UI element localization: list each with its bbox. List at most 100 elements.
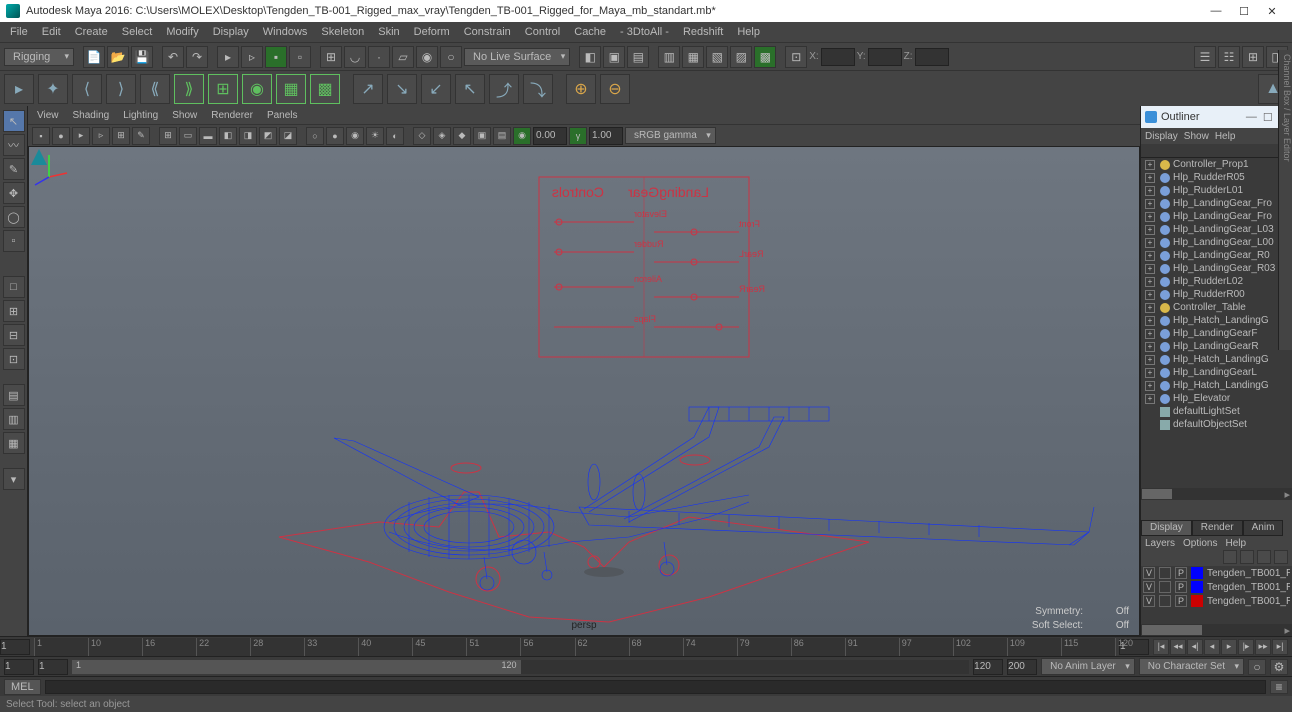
menu-edit[interactable]: Edit [36,24,67,40]
auto-key-button[interactable]: ○ [1248,659,1266,675]
pt-exposure[interactable]: ▣ [473,127,491,145]
layer-move-down[interactable] [1240,550,1254,564]
menu-skeleton[interactable]: Skeleton [315,24,370,40]
select-hierarchy-button[interactable]: ▸ [217,46,239,68]
close-button[interactable]: ✕ [1258,2,1286,20]
snap-live-button[interactable]: ◉ [416,46,438,68]
outliner-item[interactable]: +Hlp_LandingGear_L00 [1141,236,1292,249]
outliner-item[interactable]: defaultLightSet [1141,405,1292,418]
play-back-button[interactable]: ◂ [1204,639,1220,655]
range-end-outer[interactable] [1007,659,1037,675]
select-object-button[interactable]: ▹ [241,46,263,68]
snap-point-button[interactable]: · [368,46,390,68]
shelf-bind-skin-icon[interactable]: ◉ [242,74,272,104]
menu-modify[interactable]: Modify [160,24,204,40]
pt-xray-joints[interactable]: ◆ [453,127,471,145]
layout-outliner[interactable]: ▦ [3,432,25,454]
z-input[interactable] [915,48,949,66]
select-component-button[interactable]: ▪ [265,46,287,68]
outliner-menu-show[interactable]: Show [1184,131,1209,142]
shelf-cluster-icon[interactable]: ↗ [353,74,383,104]
construction-history-button[interactable]: ◧ [579,46,601,68]
outliner-menu-help[interactable]: Help [1215,131,1236,142]
outliner-item[interactable]: +Hlp_Hatch_LandingG [1141,353,1292,366]
step-fwd-key-button[interactable]: ▸▸ [1255,639,1271,655]
pt-image-plane[interactable]: ▹ [92,127,110,145]
snap-grid-button[interactable]: ⊞ [320,46,342,68]
layout-custom[interactable]: ▾ [3,468,25,490]
pt-gamma-input[interactable] [589,127,623,145]
pt-field-chart[interactable]: ◨ [239,127,257,145]
panel-menu-show[interactable]: Show [167,109,202,122]
panel-menu-shading[interactable]: Shading [68,109,115,122]
pt-lights[interactable]: ☀ [366,127,384,145]
layer-tab-anim[interactable]: Anim [1243,520,1284,536]
go-end-button[interactable]: ▸| [1272,639,1288,655]
layout-four[interactable]: ⊞ [3,300,25,322]
lasso-tool[interactable]: 〰 [3,134,25,156]
layout-two-h[interactable]: ⊟ [3,324,25,346]
outliner-item[interactable]: +Hlp_LandingGearF [1141,327,1292,340]
panel-menu-panels[interactable]: Panels [262,109,303,122]
outliner-item[interactable]: +Hlp_RudderL02 [1141,275,1292,288]
snap-view-button[interactable]: ○ [440,46,462,68]
range-start-outer[interactable] [4,659,34,675]
menu-cache[interactable]: Cache [568,24,612,40]
anim-layer-dropdown[interactable]: No Anim Layer [1041,658,1135,675]
snap-curve-button[interactable]: ◡ [344,46,366,68]
range-slider[interactable]: 1120 [72,660,969,674]
layer-tab-display[interactable]: Display [1141,520,1192,536]
time-ruler[interactable]: 1101622283340455156626874798691971021091… [34,638,1115,656]
outliner-item[interactable]: +Hlp_LandingGear_L03 [1141,223,1292,236]
select-tool[interactable]: ↖ [3,110,25,132]
shelf-blend-icon[interactable]: ↙ [421,74,451,104]
live-surface-dropdown[interactable]: No Live Surface [464,48,570,66]
menu-redshift[interactable]: Redshift [677,24,729,40]
snap-plane-button[interactable]: ▱ [392,46,414,68]
range-end-inner[interactable] [973,659,1003,675]
save-scene-button[interactable]: 💾 [131,46,153,68]
outliner-hscroll[interactable]: ▸ [1141,488,1292,500]
pt-film-gate[interactable]: ▭ [179,127,197,145]
menu-deform[interactable]: Deform [408,24,456,40]
shelf-nonlinear-icon[interactable]: ⤵ [523,74,553,104]
pt-2d-pan[interactable]: ⊞ [112,127,130,145]
layout-single[interactable]: □ [3,276,25,298]
layer-new-empty[interactable] [1257,550,1271,564]
pt-wireframe[interactable]: ○ [306,127,324,145]
shelf-insert-joint-icon[interactable]: ⟪ [140,74,170,104]
outliner-maximize[interactable]: ☐ [1263,111,1273,124]
menu-skin[interactable]: Skin [372,24,405,40]
pt-grid[interactable]: ⊞ [159,127,177,145]
script-editor-button[interactable]: ≡ [1270,680,1288,694]
shelf-constraint-1-icon[interactable]: ⊕ [566,74,596,104]
ipr-render-button[interactable]: ▤ [627,46,649,68]
pt-view-transform-toggle[interactable]: ◉ [513,127,531,145]
layer-new-selected[interactable] [1274,550,1288,564]
input-mode-button[interactable]: ⊡ [785,46,807,68]
outliner-menu-display[interactable]: Display [1145,131,1178,142]
render-view-button[interactable]: ▧ [706,46,728,68]
move-tool[interactable]: ✥ [3,182,25,204]
shelf-joint-icon[interactable]: ✦ [38,74,68,104]
workspace-dropdown[interactable]: Rigging [4,48,74,66]
layout-two-v[interactable]: ⊡ [3,348,25,370]
maximize-button[interactable]: ☐ [1230,2,1258,20]
shelf-ik-icon[interactable]: ⟨ [72,74,102,104]
panel-menu-lighting[interactable]: Lighting [118,109,163,122]
shelf-ik-spline-icon[interactable]: ⟩ [106,74,136,104]
menu-create[interactable]: Create [69,24,114,40]
outliner-item[interactable]: +Hlp_LandingGear_Fro [1141,197,1292,210]
pt-bookmark[interactable]: ▸ [72,127,90,145]
layer-hscroll[interactable]: ▸ [1141,624,1292,636]
prefs-button[interactable]: ⚙ [1270,659,1288,675]
layer-menu-options[interactable]: Options [1183,538,1217,549]
shelf-lattice-icon[interactable]: ↘ [387,74,417,104]
panel-toggle-button[interactable]: ▩ [754,46,776,68]
outliner-item[interactable]: +Hlp_RudderR05 [1141,171,1292,184]
outliner-titlebar[interactable]: Outliner — ☐ ✕ [1141,106,1292,128]
menu-control[interactable]: Control [519,24,566,40]
outliner-item[interactable]: +Hlp_LandingGear_R03 [1141,262,1292,275]
paint-select-tool[interactable]: ✎ [3,158,25,180]
menu-help[interactable]: Help [731,24,766,40]
